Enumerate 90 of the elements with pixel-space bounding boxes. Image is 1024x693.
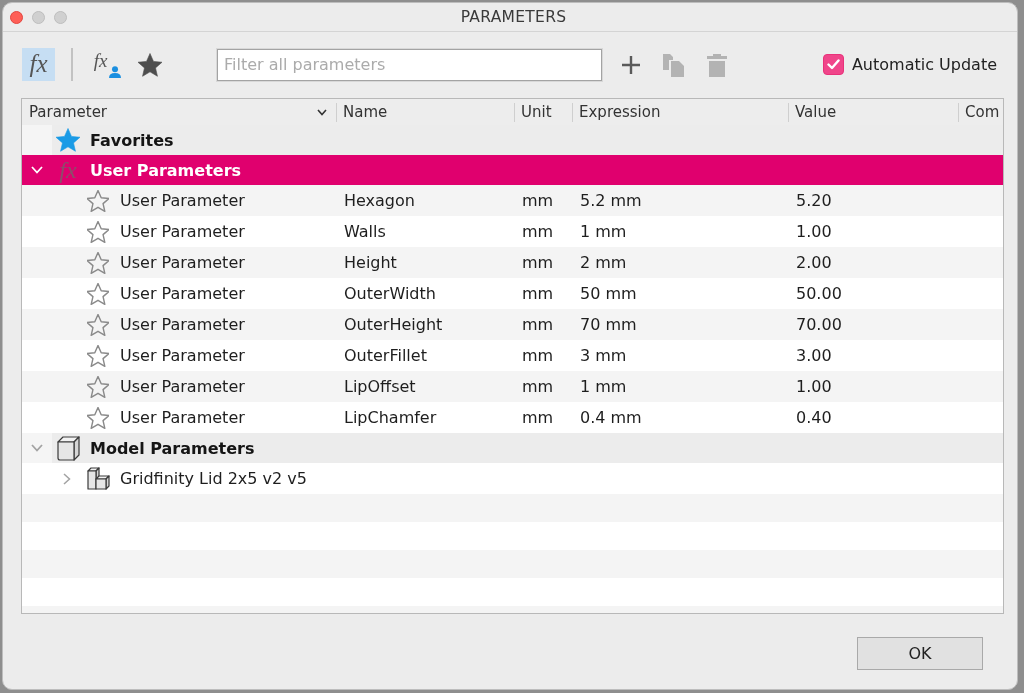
column-title: Name	[343, 103, 388, 121]
table-cell-text: mm	[521, 253, 555, 272]
table-cell-text: 0.40	[795, 408, 833, 427]
table-cell-text: mm	[521, 346, 555, 365]
star-icon[interactable]	[87, 375, 109, 398]
column-title: Com	[965, 103, 1000, 121]
table-cell-text: 1.00	[795, 222, 833, 241]
table-cell: User Parameter	[120, 222, 245, 241]
table-cell-text: 70.00	[795, 315, 843, 334]
column-header[interactable]: Expression	[572, 102, 788, 122]
table-cell-text: 1 mm	[579, 222, 628, 241]
column-header[interactable]: Name	[336, 102, 514, 122]
table-cell-text: 1 mm	[579, 377, 628, 396]
parameter-row[interactable]: User Parameter OuterHeight mm 70 mm 70.00	[22, 309, 1003, 340]
check-icon	[826, 59, 840, 70]
table-cell-text: OuterHeight	[343, 315, 444, 334]
table-cell-text: mm	[521, 191, 555, 210]
chevron-right-icon[interactable]	[63, 472, 71, 485]
table-cell: User Parameter	[120, 284, 245, 303]
fx-person-button[interactable]: fx	[90, 48, 123, 81]
component-label: Gridfinity Lid 2x5 v2 v5	[120, 469, 307, 488]
table-cell-text: 3 mm	[579, 346, 628, 365]
table-cell: User Parameter	[120, 408, 245, 427]
column-header[interactable]: Parameter	[22, 102, 336, 122]
group-row[interactable]: Model Parameters	[22, 433, 1003, 463]
table-cell: User Parameter	[120, 191, 245, 210]
checkbox[interactable]	[822, 54, 844, 75]
table-cell: User Parameter	[120, 346, 245, 365]
column-title: Unit	[521, 103, 552, 121]
table-cell-text: 3.00	[795, 346, 833, 365]
star-icon[interactable]	[87, 344, 109, 367]
column-title: Expression	[579, 103, 661, 121]
column-title: Value	[795, 103, 837, 121]
table-cell-text: 70 mm	[579, 315, 638, 334]
table-cell-text: 2 mm	[579, 253, 628, 272]
table-cell-text: Walls	[343, 222, 387, 241]
table-cell-text: 1.00	[795, 377, 833, 396]
person-icon	[109, 66, 121, 78]
star-icon[interactable]	[87, 189, 109, 212]
table-cell-text: 50 mm	[579, 284, 638, 303]
table-cell-text: 5.2 mm	[579, 191, 643, 210]
group-label: Model Parameters	[90, 438, 255, 458]
table-cell-text: mm	[521, 222, 555, 241]
table-cell: User Parameter	[120, 377, 245, 396]
parameter-row[interactable]: User Parameter LipOffset mm 1 mm 1.00	[22, 371, 1003, 402]
filter-field[interactable]: Filter all parameters	[217, 48, 602, 81]
table-cell-text: 2.00	[795, 253, 833, 272]
table-cell-text: Hexagon	[343, 191, 416, 210]
copy-icon	[662, 52, 686, 77]
star-icon[interactable]	[87, 313, 109, 336]
star-icon[interactable]	[87, 220, 109, 243]
table-cell-text: mm	[521, 377, 555, 396]
table-cell-text: 50.00	[795, 284, 843, 303]
cube-icon	[56, 435, 80, 461]
column-header[interactable]: Value	[788, 102, 958, 122]
chevron-down-icon[interactable]	[317, 108, 327, 116]
table-cell-text: LipChamfer	[343, 408, 438, 427]
star-icon	[56, 128, 80, 152]
boxes-icon	[86, 467, 110, 490]
star-icon[interactable]	[87, 251, 109, 274]
trash-icon	[705, 52, 729, 77]
group-label: User Parameters	[90, 160, 242, 180]
column-title: Parameter	[29, 103, 108, 121]
table-cell-text: 0.4 mm	[579, 408, 643, 427]
column-header[interactable]: Unit	[514, 102, 572, 122]
parameter-row[interactable]: User Parameter Height mm 2 mm 2.00	[22, 247, 1003, 278]
close-button[interactable]	[10, 10, 23, 24]
fx-button[interactable]: fx	[22, 48, 55, 81]
star-icon[interactable]	[87, 406, 109, 429]
star-icon	[137, 52, 162, 77]
table-cell-text: mm	[521, 408, 555, 427]
table-cell-text: LipOffset	[343, 377, 417, 396]
table-cell-text: Height	[343, 253, 398, 272]
ok-button[interactable]: OK	[857, 637, 983, 670]
parameter-row[interactable]: User Parameter Hexagon mm 5.2 mm 5.20	[22, 185, 1003, 216]
table-cell-text: mm	[521, 284, 555, 303]
table-cell-text: OuterWidth	[343, 284, 437, 303]
column-header[interactable]: Com	[958, 102, 1003, 122]
table-cell-text: 5.20	[795, 191, 833, 210]
window-title: PARAMETERS	[460, 8, 567, 26]
fx-glyph: fx	[59, 158, 77, 182]
checkbox-label[interactable]: Automatic Update	[851, 55, 997, 74]
group-row[interactable]: Favorites	[22, 125, 1003, 155]
group-row[interactable]: fx User Parameters	[22, 155, 1003, 185]
star-icon[interactable]	[87, 282, 109, 305]
table-cell-text: mm	[521, 315, 555, 334]
table-cell-text: OuterFillet	[343, 346, 428, 365]
table-cell: User Parameter	[120, 315, 245, 334]
group-label: Favorites	[90, 130, 174, 150]
table-cell: User Parameter	[120, 253, 245, 272]
